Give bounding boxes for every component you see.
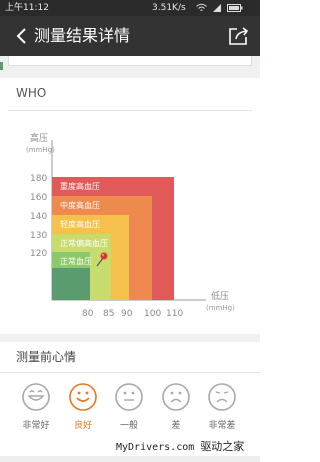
y-tick-label: 160 bbox=[30, 193, 47, 203]
watermark-site: MyDrivers.com bbox=[116, 442, 195, 453]
y-tick-label: 140 bbox=[30, 212, 47, 222]
who-chart-card: WHO 高压 (mmHg) 低压 (mmHg) 重度高血压 中度高血压 轻度高血压 正常偏高血… bbox=[0, 78, 260, 334]
title-bar: 测量结果详情 bbox=[0, 16, 260, 56]
bottom-strip bbox=[0, 456, 260, 462]
very-sad-face-icon bbox=[208, 383, 236, 411]
sad-face-icon bbox=[162, 383, 190, 411]
x-tick-label: 110 bbox=[166, 309, 183, 319]
y-tick-label: 180 bbox=[30, 174, 47, 184]
wifi-icon bbox=[196, 3, 207, 11]
x-tick-label: 85 bbox=[103, 309, 114, 319]
x-tick-label: 90 bbox=[121, 309, 133, 319]
mood-option[interactable]: 差 bbox=[154, 382, 198, 442]
mood-option-label: 一般 bbox=[119, 421, 138, 431]
mood-option-label: 非常好 bbox=[22, 421, 50, 431]
zone-label-0: 重度高血压 bbox=[60, 181, 100, 191]
mood-option-label: 差 bbox=[171, 421, 181, 431]
accent-bar bbox=[0, 62, 3, 70]
mood-option-label: 良好 bbox=[73, 421, 92, 431]
status-icons bbox=[196, 3, 243, 13]
mood-option[interactable]: 非常好 bbox=[14, 382, 58, 442]
y-axis-label: 高压 bbox=[30, 132, 48, 144]
status-time: 上午11:12 bbox=[5, 3, 49, 13]
x-tick-label: 100 bbox=[144, 309, 161, 319]
x-axis-label: 低压 bbox=[211, 290, 229, 302]
zone-label-3: 正常偏高血压 bbox=[60, 238, 108, 248]
zone-label-2: 轻度高血压 bbox=[60, 219, 100, 229]
section-gap bbox=[0, 334, 260, 342]
divider bbox=[0, 372, 260, 373]
mood-option[interactable]: 一般 bbox=[107, 382, 151, 442]
x-axis-unit: (mmHg) bbox=[206, 304, 235, 312]
page-title: 测量结果详情 bbox=[34, 26, 131, 45]
zone-normal-core bbox=[52, 268, 90, 300]
card-bottom-edge bbox=[8, 56, 252, 66]
mood-title: 测量前心情 bbox=[16, 350, 77, 364]
watermark: MyDrivers.com 驱动之家 bbox=[116, 438, 244, 454]
x-tick-label: 80 bbox=[82, 309, 94, 319]
y-tick-label: 120 bbox=[30, 249, 47, 259]
zone-label-1: 中度高血压 bbox=[60, 200, 100, 210]
very-happy-face-icon bbox=[22, 383, 50, 411]
status-bar: 上午11:12 3.51K/s bbox=[0, 0, 260, 16]
watermark-cn: 驱动之家 bbox=[200, 440, 245, 453]
signal-icon bbox=[213, 4, 221, 12]
network-speed: 3.51K/s bbox=[152, 3, 186, 13]
mood-option[interactable]: 良好 bbox=[61, 382, 105, 442]
zone-label-4: 正常血压 bbox=[60, 256, 92, 266]
mood-option[interactable]: 非常差 bbox=[200, 382, 244, 442]
y-tick-label: 130 bbox=[30, 231, 47, 241]
previous-card-edge bbox=[0, 56, 260, 70]
share-icon[interactable] bbox=[228, 26, 250, 46]
neutral-face-icon bbox=[115, 383, 143, 411]
battery-icon bbox=[227, 4, 243, 12]
chevron-left-icon[interactable] bbox=[12, 26, 32, 46]
who-blood-pressure-chart: 高压 (mmHg) 低压 (mmHg) 重度高血压中度高血压轻度高血压正常偏高血压正常血… bbox=[26, 132, 235, 319]
y-axis-unit: (mmHg) bbox=[26, 146, 55, 154]
mood-options: 非常好 良好 一般 差 非常差 bbox=[0, 382, 260, 442]
section-gap bbox=[0, 70, 260, 78]
mood-option-label: 非常差 bbox=[208, 421, 236, 431]
smile-face-icon bbox=[69, 383, 97, 411]
